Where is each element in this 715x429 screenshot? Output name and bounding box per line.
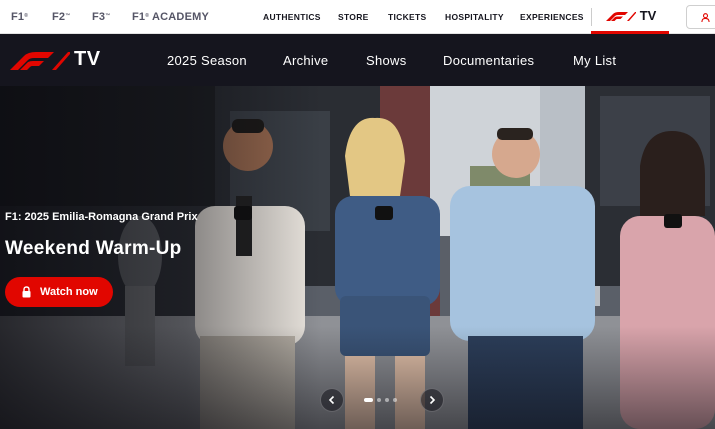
sign-in-button[interactable]: [686, 5, 715, 29]
series-label: F1: [11, 11, 25, 23]
carousel-next-button[interactable]: [420, 388, 444, 412]
carousel-dot[interactable]: [393, 398, 397, 402]
watch-now-button[interactable]: Watch now: [5, 277, 113, 307]
nav-my-list[interactable]: My List: [573, 34, 616, 86]
toplink-tickets[interactable]: TICKETS: [388, 0, 426, 34]
f1-logo-icon: [10, 51, 70, 70]
series-link-f2[interactable]: F2 ™: [52, 0, 70, 34]
f1-tv-home-link[interactable]: TV: [6, 48, 101, 71]
watch-now-label: Watch now: [40, 286, 98, 298]
trademark-mark: ™: [65, 13, 71, 19]
series-link-f1-academy[interactable]: F1 ® ACADEMY: [132, 0, 209, 34]
registered-mark: ®: [24, 13, 29, 19]
chevron-left-icon: [328, 395, 335, 405]
carousel-dot[interactable]: [377, 398, 381, 402]
toplink-authentics[interactable]: AUTHENTICS: [263, 0, 321, 34]
f1-tv-tab[interactable]: TV: [591, 0, 669, 34]
toplink-store[interactable]: STORE: [338, 0, 369, 34]
series-label: F1: [132, 11, 146, 23]
series-link-f1[interactable]: F1 ®: [11, 0, 28, 34]
brand-tv-label: TV: [74, 48, 101, 70]
series-label: F3: [92, 11, 106, 23]
user-icon: [701, 12, 710, 22]
top-bar: F1 ® F2 ™ F3 ™ F1 ® ACADEMY AUTHENTICS STORE…: [0, 0, 715, 34]
tv-tab-label: TV: [639, 8, 657, 23]
trademark-mark: ™: [105, 13, 111, 19]
series-label: F2: [52, 11, 66, 23]
main-nav: TV 2025 Season Archive Shows Documentari…: [0, 34, 715, 86]
chevron-right-icon: [429, 395, 436, 405]
registered-mark: ®: [145, 13, 150, 19]
carousel-dot[interactable]: [385, 398, 389, 402]
series-suffix: ACADEMY: [149, 11, 210, 23]
carousel-prev-button[interactable]: [320, 388, 344, 412]
f1-logo-icon: [605, 11, 636, 21]
lock-icon: [22, 286, 31, 298]
hero-subtitle: F1: 2025 Emilia-Romagna Grand Prix: [5, 211, 198, 223]
nav-archive[interactable]: Archive: [283, 34, 328, 86]
carousel-dots: [364, 398, 397, 402]
hero-title: Weekend Warm-Up: [5, 238, 182, 259]
carousel-dot[interactable]: [364, 398, 373, 402]
nav-shows[interactable]: Shows: [366, 34, 407, 86]
series-link-f3[interactable]: F3 ™: [92, 0, 110, 34]
nav-2025-season[interactable]: 2025 Season: [167, 34, 247, 86]
toplink-experiences[interactable]: EXPERIENCES: [520, 0, 584, 34]
hero-banner[interactable]: F1: 2025 Emilia-Romagna Grand Prix Weeke…: [0, 86, 715, 429]
toplink-hospitality[interactable]: HOSPITALITY: [445, 0, 504, 34]
nav-documentaries[interactable]: Documentaries: [443, 34, 534, 86]
